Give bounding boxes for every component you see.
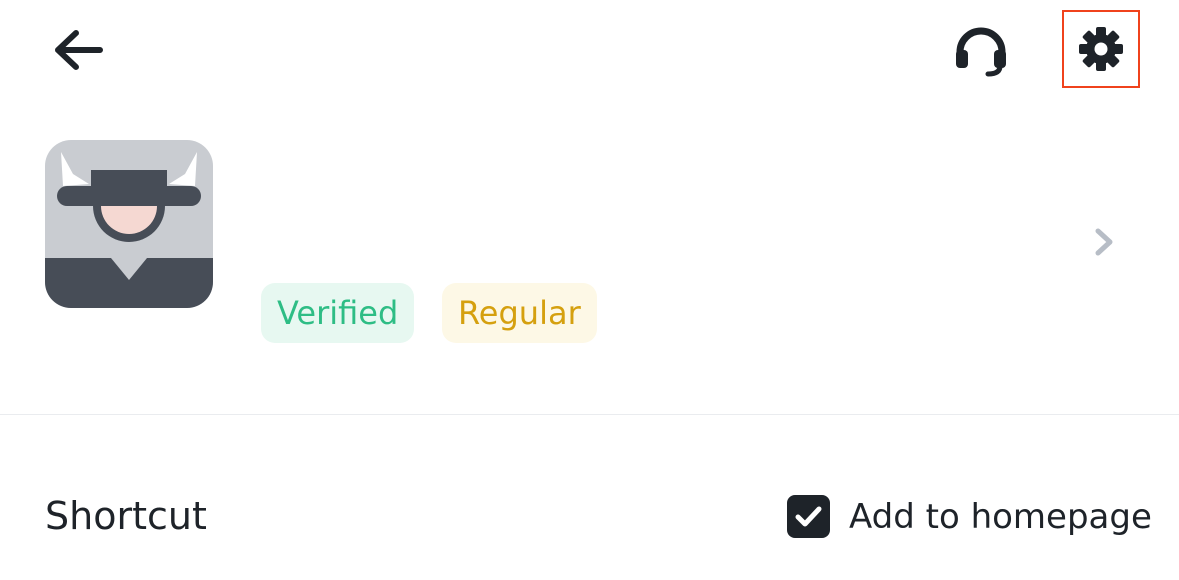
headset-icon — [956, 27, 1006, 77]
section-divider — [0, 414, 1179, 415]
chevron-right-icon[interactable] — [1090, 226, 1118, 258]
checkmark-icon — [795, 506, 822, 527]
settings-button[interactable] — [1062, 10, 1140, 88]
verified-badge: Verified — [261, 283, 415, 343]
back-button[interactable] — [50, 24, 110, 76]
avatar[interactable] — [45, 140, 213, 308]
arrow-left-icon — [55, 30, 103, 70]
add-to-homepage-checkbox[interactable] — [787, 495, 830, 538]
gear-icon — [1079, 27, 1123, 71]
customer-support-button[interactable] — [950, 20, 1012, 80]
shortcut-title: Shortcut — [45, 494, 207, 538]
regular-badge: Regular — [442, 283, 597, 343]
bull-avatar-icon — [45, 140, 213, 308]
add-to-homepage-label[interactable]: Add to homepage — [849, 492, 1152, 542]
